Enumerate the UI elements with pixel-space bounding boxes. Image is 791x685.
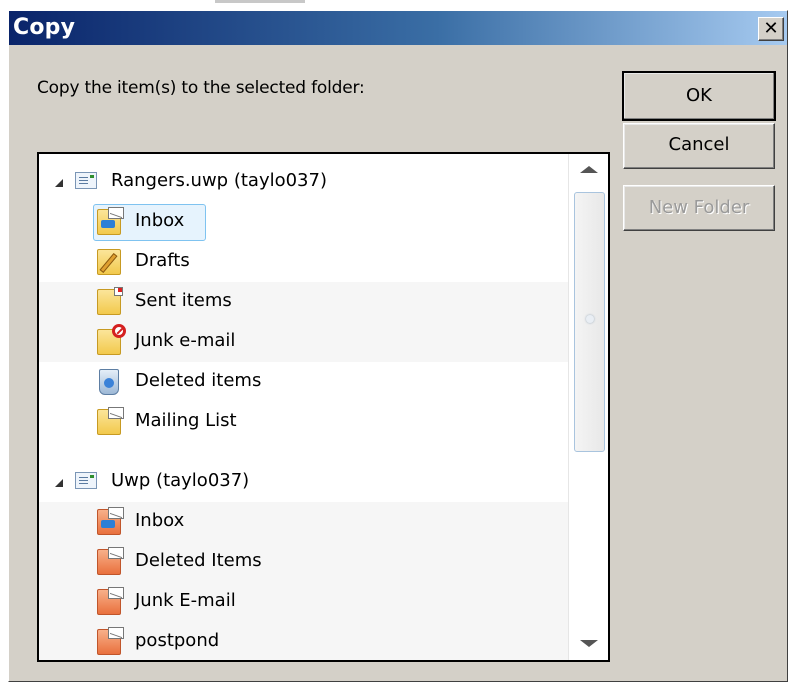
recycle-bin-icon <box>99 369 119 395</box>
folder-label: Sent items <box>135 290 232 311</box>
vertical-scrollbar[interactable] <box>568 154 608 660</box>
mail-account-icon <box>75 472 97 489</box>
folder-label: Drafts <box>135 250 190 271</box>
background-strip <box>0 0 791 8</box>
tree-item-drafts[interactable]: Drafts <box>39 242 569 282</box>
mail-folder-icon <box>97 547 124 575</box>
new-folder-button[interactable]: New Folder <box>623 185 775 231</box>
copy-dialog: Copy ✕ Copy the item(s) to the selected … <box>8 10 788 682</box>
folder-label: Junk E-mail <box>135 590 236 611</box>
tree-item-mailing-list[interactable]: Mailing List <box>39 402 569 442</box>
folder-tree[interactable]: Rangers.uwp (taylo037) Inbox Drafts Sent… <box>37 152 610 662</box>
dialog-title: Copy <box>13 15 76 40</box>
tree-item-uwp-junk-email[interactable]: Junk E-mail <box>39 582 569 622</box>
close-icon: ✕ <box>763 18 779 39</box>
background-tab-mark <box>215 0 305 3</box>
folder-label: Deleted items <box>135 370 262 391</box>
instruction-label: Copy the item(s) to the selected folder: <box>37 78 365 98</box>
folder-label: Inbox <box>135 510 185 531</box>
scroll-down-arrow-icon[interactable] <box>580 640 598 647</box>
scroll-grip-icon <box>586 315 594 323</box>
sent-folder-icon <box>97 287 123 315</box>
mail-folder-icon <box>97 587 124 615</box>
tree-item-uwp-postpond[interactable]: postpond <box>39 622 569 660</box>
tree-item-inbox[interactable]: Inbox <box>39 202 569 242</box>
tree-item-uwp-deleted-items[interactable]: Deleted Items <box>39 542 569 582</box>
tree-item-junk-email[interactable]: Junk e-mail <box>39 322 569 362</box>
account-name: Uwp (taylo037) <box>111 470 250 491</box>
expand-arrow-icon[interactable] <box>55 479 63 487</box>
scroll-up-arrow-icon[interactable] <box>580 166 598 173</box>
scrollbar-thumb[interactable] <box>574 192 605 452</box>
account-name: Rangers.uwp (taylo037) <box>111 170 327 191</box>
mail-folder-icon <box>97 407 124 435</box>
cancel-button[interactable]: Cancel <box>623 123 775 169</box>
inbox-folder-icon <box>97 507 124 535</box>
tree-item-uwp-inbox[interactable]: Inbox <box>39 502 569 542</box>
folder-label: Inbox <box>135 210 185 231</box>
folder-label: postpond <box>135 630 220 651</box>
junk-folder-icon <box>97 324 126 355</box>
drafts-folder-icon <box>97 249 121 275</box>
close-button[interactable]: ✕ <box>758 17 784 41</box>
tree-item-sent-items[interactable]: Sent items <box>39 282 569 322</box>
expand-arrow-icon[interactable] <box>55 179 63 187</box>
folder-label: Deleted Items <box>135 550 262 571</box>
title-bar[interactable]: Copy ✕ <box>9 11 787 45</box>
tree-account-uwp[interactable]: Uwp (taylo037) <box>39 462 569 502</box>
folder-label: Junk e-mail <box>135 330 236 351</box>
tree-item-deleted-items[interactable]: Deleted items <box>39 362 569 402</box>
tree-account-rangers[interactable]: Rangers.uwp (taylo037) <box>39 162 569 202</box>
mail-account-icon <box>75 172 97 189</box>
folder-label: Mailing List <box>135 410 237 431</box>
ok-button[interactable]: OK <box>622 71 776 121</box>
inbox-folder-icon <box>97 207 124 235</box>
mail-folder-icon <box>97 627 124 655</box>
